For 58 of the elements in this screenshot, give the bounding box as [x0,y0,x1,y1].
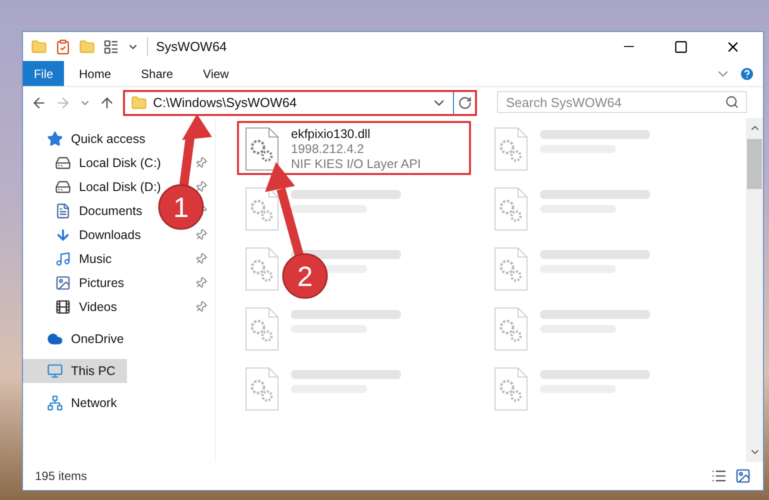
minimize-icon [624,46,634,47]
refresh-icon[interactable] [458,96,472,110]
back-icon[interactable] [31,94,47,110]
sidebar-item[interactable]: Network [23,391,121,415]
checklist-icon[interactable] [55,38,71,54]
dll-file-icon [494,247,528,291]
help-icon[interactable] [739,66,755,82]
sidebar-item[interactable]: Videos [23,295,121,319]
picture-icon [55,275,71,291]
address-path: C:\Windows\SysWOW64 [153,94,298,112]
file-name: ekfpixio130.dll [291,127,372,142]
details-view-icon[interactable] [711,468,727,484]
dll-file-icon [245,307,279,351]
drive-icon [55,155,71,171]
file-tab[interactable]: File [23,61,64,86]
sidebar-item[interactable]: Quick access [23,127,150,151]
network-icon [47,395,63,411]
sidebar-item[interactable]: Music [23,247,116,271]
ribbon-tab[interactable]: Home [64,61,126,86]
file-detail: NIF KIES I/O Layer API [291,157,421,172]
dll-file-icon [494,307,528,351]
ribbon-tab[interactable]: Share [126,61,188,86]
address-bar[interactable]: C:\Windows\SysWOW64 [123,90,477,116]
search-icon[interactable] [725,94,739,108]
dll-file-icon [494,127,528,171]
file-item[interactable]: ekfpixio130.dll 1998.212.4.2 NIF KIES I/O Layer API [241,125,467,171]
window-title: SysWOW64 [147,36,227,56]
properties-icon[interactable] [103,38,119,54]
up-icon[interactable] [99,94,115,110]
dll-file-icon [245,247,279,291]
sidebar-item[interactable]: Local Disk (C:) [23,151,165,175]
dll-file-icon [494,187,528,231]
document-icon [55,203,71,219]
monitor-icon [47,363,63,379]
music-note-icon [55,251,71,267]
scrollbar[interactable] [746,118,763,462]
sidebar-item[interactable]: This PC [23,359,127,383]
large-icons-view-icon[interactable] [735,468,751,484]
sidebar-item[interactable]: Documents [23,199,146,223]
sidebar-item[interactable]: Local Disk (D:) [23,175,165,199]
star-icon [47,131,63,147]
search-field[interactable]: Search SysWOW64 [497,91,747,113]
maximize-icon [674,40,688,54]
sidebar-item[interactable]: OneDrive [23,327,128,351]
film-icon [55,299,71,315]
cloud-icon [47,331,63,347]
dll-file-icon [245,187,279,231]
sidebar-item[interactable]: Pictures [23,271,128,295]
scrollbar-thumb[interactable] [747,139,762,189]
sidebar-item[interactable]: Downloads [23,223,145,247]
ribbon-tab[interactable]: View [188,61,244,86]
dll-file-icon [245,127,279,171]
dll-file-icon [245,367,279,411]
file-detail: 1998.212.4.2 [291,142,365,157]
item-count: 195 items [35,468,88,485]
dll-file-icon [494,367,528,411]
drive-icon [55,179,71,195]
folder-icon [131,94,147,110]
